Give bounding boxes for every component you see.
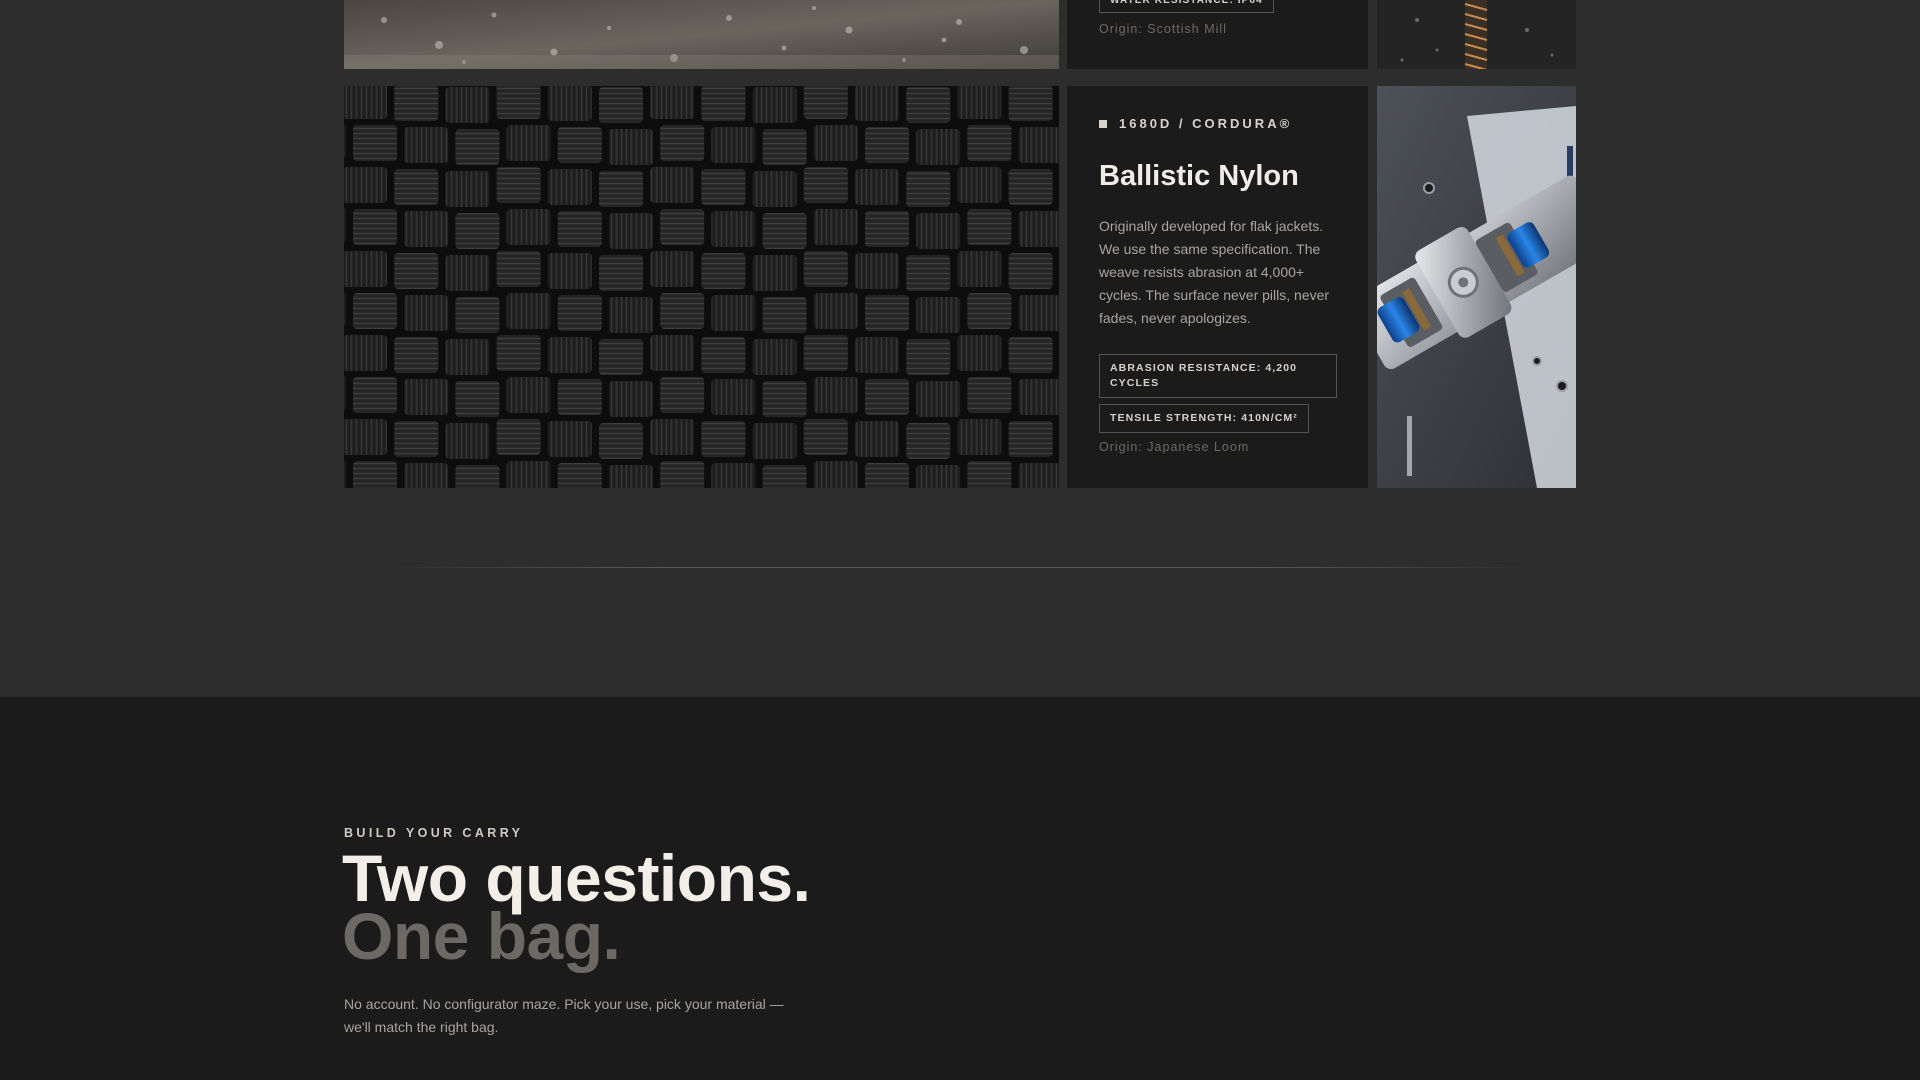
hardware-mechanism [1377, 86, 1576, 488]
abrasion-resistance-badge: ABRASION RESISTANCE: 4,200 CYCLES [1099, 354, 1337, 398]
headline-line-2: One bag. [342, 899, 621, 973]
zipper-texture [1377, 0, 1576, 69]
previous-material-card: WATER RESISTANCE: IP64 Origin: Scottish … [1067, 0, 1368, 69]
waxed-canvas-image [344, 0, 1059, 69]
weave-texture [344, 86, 1059, 488]
build-kicker: BUILD YOUR CARRY [344, 826, 524, 840]
waxed-canvas-texture [344, 0, 1059, 69]
material-description: Originally developed for flak jackets. W… [1099, 218, 1330, 326]
material-code: 1680D / CORDURA® [1119, 116, 1293, 131]
materials-section: WATER RESISTANCE: IP64 Origin: Scottish … [0, 0, 1920, 697]
bullet-square-icon [1099, 119, 1107, 128]
previous-card-origin: Origin: Scottish Mill [1099, 22, 1227, 36]
section-divider [380, 567, 1540, 568]
material-origin: Origin: Japanese Loom [1099, 440, 1250, 454]
material-kicker: 1680D / CORDURA® [1099, 116, 1292, 131]
tensile-strength-badge: TENSILE STRENGTH: 410N/CM² [1099, 404, 1309, 433]
hardware-buckle-image [1377, 86, 1576, 488]
material-title: Ballistic Nylon [1099, 160, 1299, 192]
water-resistance-badge: WATER RESISTANCE: IP64 [1099, 0, 1274, 13]
build-your-carry-section: BUILD YOUR CARRY Two questions. One bag.… [0, 697, 1920, 1080]
ballistic-nylon-card: 1680D / CORDURA® Ballistic Nylon Origina… [1067, 86, 1368, 488]
zipper-detail-image [1377, 0, 1576, 69]
build-headline: Two questions. One bag. [342, 845, 811, 973]
build-intro-text: No account. No configurator maze. Pick y… [344, 996, 784, 1035]
ballistic-nylon-weave-image [344, 86, 1059, 488]
